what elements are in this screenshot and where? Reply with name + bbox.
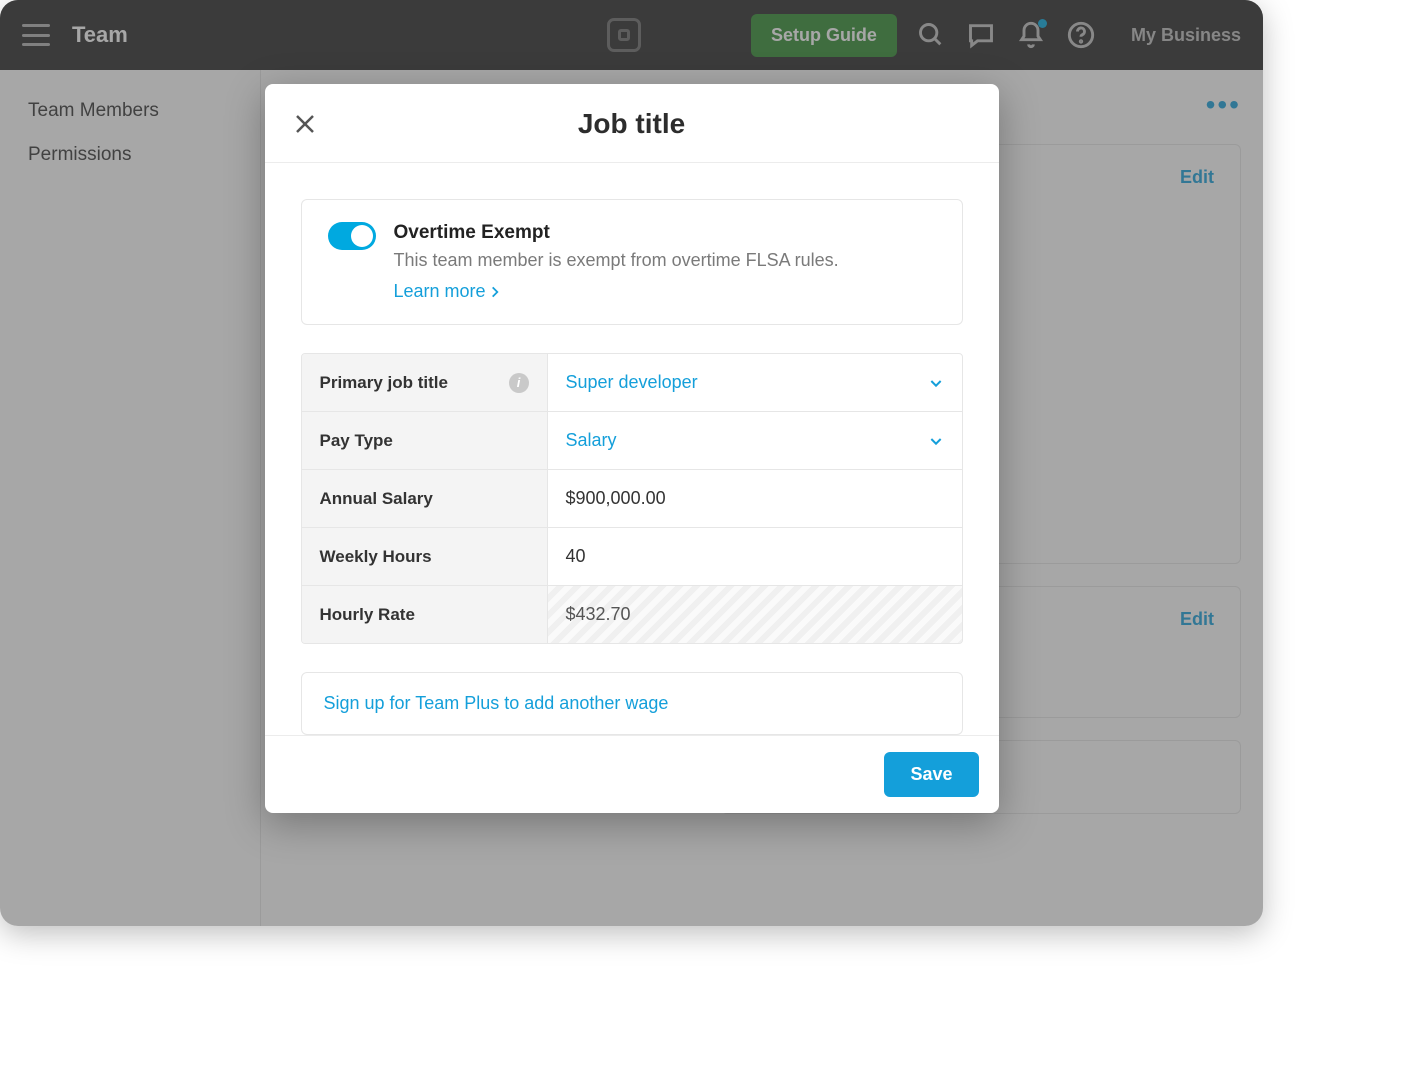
hourly-rate-value: $432.70 <box>547 586 962 643</box>
pay-type-value: Salary <box>566 430 617 451</box>
pay-type-select[interactable]: Salary <box>547 412 962 469</box>
chevron-down-icon <box>928 433 944 449</box>
signup-box: Sign up for Team Plus to add another wag… <box>301 672 963 735</box>
overtime-title: Overtime Exempt <box>394 222 839 244</box>
chevron-right-icon <box>488 285 502 299</box>
primary-job-title-value: Super developer <box>566 372 698 393</box>
weekly-hours-label: Weekly Hours <box>302 528 547 585</box>
overtime-desc: This team member is exempt from overtime… <box>394 250 839 271</box>
modal-body: Overtime Exempt This team member is exem… <box>265 163 999 735</box>
close-icon[interactable] <box>293 112 317 136</box>
modal-title: Job title <box>317 108 947 140</box>
info-icon[interactable]: i <box>509 373 529 393</box>
modal-overlay: Job title Overtime Exempt This team memb… <box>0 0 1263 926</box>
weekly-hours-input[interactable]: 40 <box>547 528 962 585</box>
modal-footer: Save <box>265 735 999 813</box>
save-button[interactable]: Save <box>884 752 978 797</box>
primary-job-title-label: Primary job title i <box>302 354 547 411</box>
annual-salary-input[interactable]: $900,000.00 <box>547 470 962 527</box>
hourly-rate-label: Hourly Rate <box>302 586 547 643</box>
primary-job-title-select[interactable]: Super developer <box>547 354 962 411</box>
learn-more-label: Learn more <box>394 281 486 302</box>
row-weekly-hours: Weekly Hours 40 <box>302 527 962 585</box>
overtime-exempt-box: Overtime Exempt This team member is exem… <box>301 199 963 325</box>
row-hourly-rate: Hourly Rate $432.70 <box>302 585 962 643</box>
chevron-down-icon <box>928 375 944 391</box>
app-window: Team Setup Guide My Business Team Member… <box>0 0 1263 926</box>
overtime-exempt-toggle[interactable] <box>328 222 376 250</box>
modal-header: Job title <box>265 84 999 163</box>
wage-grid: Primary job title i Super developer Pay … <box>301 353 963 644</box>
row-annual-salary: Annual Salary $900,000.00 <box>302 469 962 527</box>
row-primary-job-title: Primary job title i Super developer <box>302 354 962 411</box>
row-pay-type: Pay Type Salary <box>302 411 962 469</box>
signup-team-plus-link[interactable]: Sign up for Team Plus to add another wag… <box>324 693 669 713</box>
pay-type-label: Pay Type <box>302 412 547 469</box>
learn-more-link[interactable]: Learn more <box>394 281 502 302</box>
job-title-modal: Job title Overtime Exempt This team memb… <box>265 84 999 813</box>
annual-salary-label: Annual Salary <box>302 470 547 527</box>
